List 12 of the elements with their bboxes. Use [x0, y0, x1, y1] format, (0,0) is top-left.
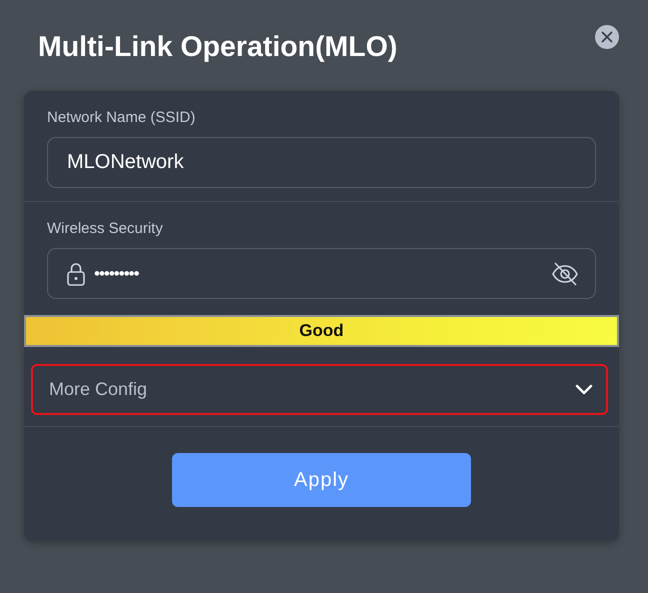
field-label: Wireless Security	[47, 220, 164, 237]
strength-meter: Good	[24, 315, 619, 347]
lock-icon	[67, 262, 85, 286]
eye-slash-icon[interactable]	[551, 260, 579, 286]
close-button[interactable]	[595, 25, 619, 49]
close-icon	[601, 31, 613, 43]
field-label: Network Name (SSID)	[47, 109, 196, 126]
password-field[interactable]: •••••••••	[47, 248, 596, 299]
chevron-icon	[575, 384, 593, 395]
dialog-title: Multi-Link Operation(MLO)	[38, 30, 398, 65]
input-field[interactable]: MLONetwork	[47, 137, 596, 188]
more-config-dropdown[interactable]: More Config	[31, 364, 608, 415]
